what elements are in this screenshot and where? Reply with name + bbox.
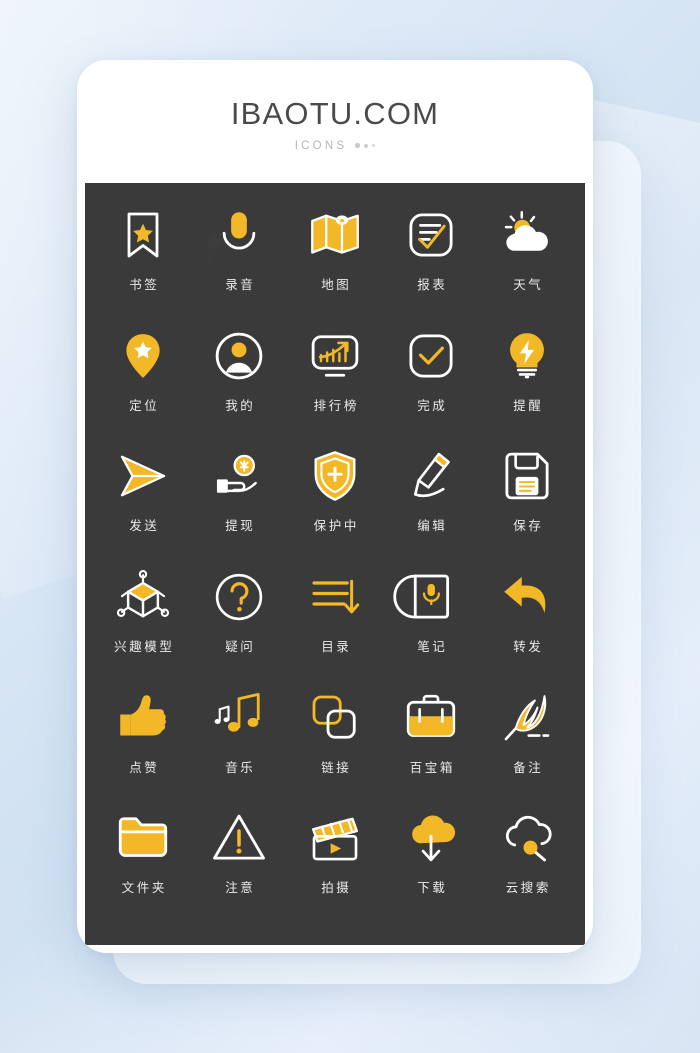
icon-label: 我的	[225, 397, 256, 413]
icon-cell-bookmark-star[interactable]: 书签	[95, 207, 191, 328]
icon-label: 目录	[321, 638, 352, 654]
icon-cell-pencil-edit[interactable]: 编辑	[383, 448, 479, 569]
icon-label: 提现	[225, 518, 256, 534]
check-done-icon	[403, 328, 459, 384]
pencil-edit-icon	[403, 448, 459, 504]
cloud-download-icon	[403, 810, 459, 866]
ellipsis-dots-icon	[355, 143, 376, 148]
location-pin-star-icon	[115, 328, 171, 384]
icon-cell-lightbulb-bolt[interactable]: 提醒	[479, 328, 575, 449]
icon-label: 兴趣模型	[114, 638, 175, 654]
icon-cell-music-notes[interactable]: 音乐	[191, 690, 287, 811]
icon-label: 排行榜	[313, 397, 359, 413]
icon-panel: ⬛ 书签 录音 地图 报表	[85, 183, 585, 945]
link-squares-icon	[307, 690, 363, 746]
withdraw-hand-coin-icon	[211, 448, 267, 504]
icon-cell-feather-note[interactable]: 备注	[479, 690, 575, 811]
icon-label: 地图	[321, 277, 352, 292]
icon-label: 音乐	[225, 759, 256, 775]
question-circle-icon	[211, 569, 267, 625]
icon-cell-ranking-chart[interactable]: 排行榜	[287, 328, 383, 449]
cloud-search-icon	[499, 810, 555, 866]
icon-cell-warning-triangle[interactable]: 注意	[191, 810, 287, 931]
ranking-chart-icon	[307, 328, 363, 384]
clapperboard-icon	[307, 810, 363, 866]
icon-label: 天气	[513, 277, 544, 292]
icon-label: 下载	[417, 880, 448, 896]
icon-label: 百宝箱	[409, 759, 455, 775]
map-icon	[307, 207, 363, 263]
icon-label: 报表	[417, 277, 448, 292]
folder-icon	[115, 810, 171, 866]
icon-set-card: IBAOTU.COM ICONS ⬛ 书签 录音	[77, 60, 593, 953]
icon-cell-list-directory[interactable]: 目录	[287, 569, 383, 690]
icon-label: 录音	[225, 277, 256, 292]
icon-cell-cloud-download[interactable]: 下载	[383, 810, 479, 931]
icon-label: 保护中	[313, 518, 359, 534]
floppy-save-icon	[499, 448, 555, 504]
card-header: IBAOTU.COM ICONS	[77, 60, 593, 183]
icon-label: 拍摄	[321, 880, 352, 896]
report-checklist-icon	[403, 207, 459, 263]
subtitle-row: ICONS	[294, 139, 376, 152]
weather-sun-cloud-icon	[499, 207, 555, 263]
notebook-mic-icon	[393, 569, 459, 625]
icon-cell-user-profile[interactable]: 我的	[191, 328, 287, 449]
icon-label: 定位	[129, 397, 160, 413]
music-notes-icon	[211, 690, 267, 746]
icon-cell-microphone[interactable]: 录音	[191, 207, 287, 328]
icon-label: 书签	[129, 277, 160, 292]
icon-label: 疑问	[225, 638, 256, 654]
icon-label: 点赞	[129, 759, 160, 775]
icon-label: 完成	[417, 397, 448, 413]
icon-label: 编辑	[417, 518, 448, 534]
warning-triangle-icon	[211, 810, 267, 866]
icon-cell-folder[interactable]: 文件夹	[95, 810, 191, 931]
list-directory-icon	[307, 569, 363, 625]
icon-cell-notebook-mic[interactable]: 笔记	[383, 569, 479, 690]
icon-label: 保存	[513, 518, 544, 534]
icon-cell-location-pin-star[interactable]: 定位	[95, 328, 191, 449]
icon-label: 云搜索	[505, 880, 551, 896]
icon-label: 链接	[321, 759, 352, 775]
icon-cell-send-arrow[interactable]: 发送	[95, 448, 191, 569]
icon-label: 发送	[129, 518, 160, 534]
page-root: IBAOTU.COM ICONS ⬛ 书签 录音	[0, 0, 700, 1053]
icon-cell-shield-plus[interactable]: 保护中	[287, 448, 383, 569]
shield-plus-icon	[307, 448, 363, 504]
icon-label: 笔记	[417, 638, 448, 654]
feather-note-icon	[499, 690, 555, 746]
brand-subtitle: ICONS	[294, 139, 348, 152]
icon-cell-cube-model[interactable]: 兴趣模型	[95, 569, 191, 690]
icon-grid: 书签 录音 地图 报表 天气 定位 我的 排行榜 完成 提醒 发送 提现 保护中…	[85, 183, 585, 945]
bookmark-star-icon	[115, 207, 171, 263]
lightbulb-bolt-icon	[499, 328, 555, 384]
icon-label: 转发	[513, 638, 544, 654]
icon-cell-forward-arrow[interactable]: 转发	[479, 569, 575, 690]
brand-title: IBAOTU.COM	[230, 95, 440, 131]
icon-cell-weather-sun-cloud[interactable]: 天气	[479, 207, 575, 328]
send-arrow-icon	[115, 448, 171, 504]
microphone-icon	[211, 207, 267, 263]
icon-cell-check-done[interactable]: 完成	[383, 328, 479, 449]
user-profile-icon	[211, 328, 267, 384]
icon-label: 文件夹	[121, 880, 167, 896]
cube-model-icon	[115, 569, 171, 625]
icon-cell-link-squares[interactable]: 链接	[287, 690, 383, 811]
icon-cell-question-circle[interactable]: 疑问	[191, 569, 287, 690]
icon-cell-thumbs-up[interactable]: 点赞	[95, 690, 191, 811]
icon-cell-withdraw-hand-coin[interactable]: 提现	[191, 448, 287, 569]
toolbox-icon	[403, 690, 459, 746]
icon-cell-report-checklist[interactable]: 报表	[383, 207, 479, 328]
thumbs-up-icon	[115, 690, 171, 746]
icon-label: 注意	[225, 880, 256, 896]
forward-arrow-icon	[499, 569, 555, 625]
icon-cell-floppy-save[interactable]: 保存	[479, 448, 575, 569]
icon-label: 提醒	[513, 397, 544, 413]
icon-label: 备注	[513, 759, 544, 775]
icon-cell-toolbox[interactable]: 百宝箱	[383, 690, 479, 811]
icon-cell-cloud-search[interactable]: 云搜索	[479, 810, 575, 931]
icon-cell-clapperboard[interactable]: 拍摄	[287, 810, 383, 931]
icon-cell-map[interactable]: 地图	[287, 207, 383, 328]
